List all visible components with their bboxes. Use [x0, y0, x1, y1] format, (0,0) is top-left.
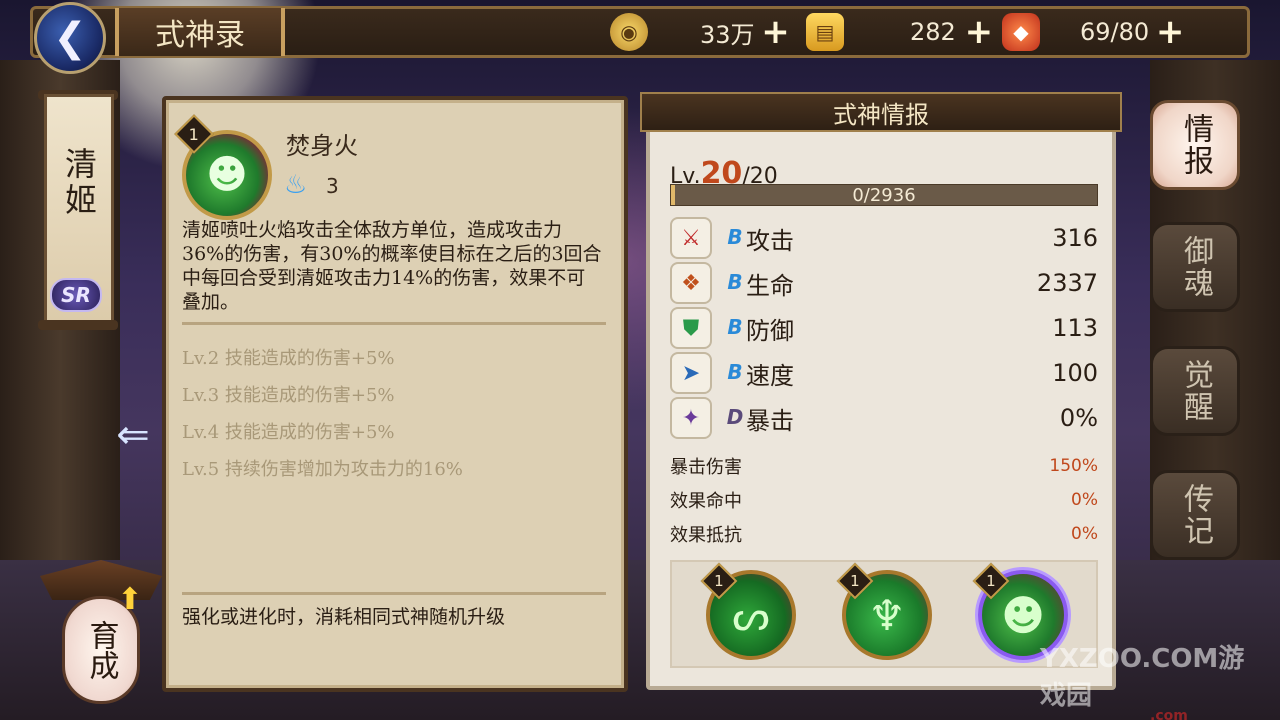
- flame-skill-icon: ♆: [868, 590, 906, 640]
- divider: [182, 592, 606, 595]
- stat-grade: B: [727, 360, 743, 384]
- burning-body-skill-icon: ☻: [1001, 590, 1045, 640]
- exp-text: 0/2936: [852, 185, 916, 206]
- speed-icon: ➤: [670, 352, 712, 394]
- sub-stat-value: 0%: [1071, 524, 1098, 544]
- grow-label: 育成: [83, 620, 119, 680]
- add-jade-button[interactable]: +: [964, 15, 994, 49]
- scroll-rod-bottom: [38, 320, 118, 330]
- stat-value: 0%: [1059, 404, 1098, 432]
- jade-amount: 282: [910, 18, 956, 46]
- sub-stat-value: 0%: [1071, 490, 1098, 510]
- crit-icon: ✦: [670, 397, 712, 439]
- exp-bar: 0/2936: [670, 184, 1098, 206]
- watermark-main: YXZOO.COM游戏园: [1040, 644, 1245, 711]
- sub-stat-crit-damage: 暴击伤害 150%: [670, 452, 1098, 480]
- stat-name: 防御: [746, 316, 794, 345]
- swirl-skill-icon: ᔕ: [732, 590, 770, 640]
- shikigami-name: 清姬: [60, 147, 98, 219]
- stat-name: 暴击: [746, 406, 794, 435]
- back-arrow-icon: ❮: [53, 15, 87, 61]
- stat-value: 100: [1052, 359, 1098, 387]
- coin-icon: ◉: [610, 13, 648, 51]
- stat-name: 生命: [746, 271, 794, 300]
- level-item: Lv.2 技能造成的伤害+5%: [182, 348, 395, 369]
- stat-name: 攻击: [746, 226, 794, 255]
- stat-row-crit: ✦ D 暴击 0%: [670, 397, 1098, 439]
- sub-stat-name: 效果抵抗: [670, 525, 742, 546]
- level-item: Lv.5 持续伤害增加为攻击力的16%: [182, 459, 463, 480]
- currency-jade: ▤ 282 +: [806, 10, 994, 54]
- coin-amount: 33万: [700, 20, 755, 49]
- stat-row-attack: ⚔ B 攻击 316: [670, 217, 1098, 259]
- add-coins-button[interactable]: +: [761, 15, 791, 49]
- skill-detail-panel: ☻ 1 焚身火 ♨ 3 清姬喷吐火焰攻击全体敌方单位，造成攻击力36%的伤害，有…: [162, 96, 628, 692]
- tab-soul[interactable]: 御魂: [1150, 222, 1240, 312]
- divider: [182, 322, 606, 325]
- skill-description: 清姬喷吐火焰攻击全体敌方单位，造成攻击力36%的伤害，有30%的概率使目标在之后…: [182, 219, 602, 313]
- level-item: Lv.3 技能造成的伤害+5%: [182, 385, 395, 406]
- tab-awaken[interactable]: 觉醒: [1150, 346, 1240, 436]
- upgrade-alert-icon: ⬆: [117, 582, 143, 617]
- skill-level-list: Lv.2 技能造成的伤害+5% Lv.3 技能造成的伤害+5% Lv.4 技能造…: [182, 340, 602, 488]
- defense-icon: ⛊: [670, 307, 712, 349]
- attack-icon: ⚔: [670, 217, 712, 259]
- tab-info[interactable]: 情报: [1150, 100, 1240, 190]
- stat-row-defense: ⛊ B 防御 113: [670, 307, 1098, 349]
- watermark: YXZOO.COM游戏园 .com: [1040, 638, 1270, 720]
- rarity-badge: SR: [50, 278, 102, 312]
- currency-coins: ◉ 33万 +: [610, 10, 791, 54]
- page-title: 式神录: [115, 8, 285, 56]
- info-panel-header: 式神情报: [640, 92, 1122, 132]
- currency-stamina: ◆ 69/80 +: [1002, 10, 1185, 54]
- sub-stat-effect-resist: 效果抵抗 0%: [670, 520, 1098, 548]
- skill-slot-bar: ᔕ 1 ♆ 1 ☻ 1: [670, 560, 1098, 668]
- stat-row-speed: ➤ B 速度 100: [670, 352, 1098, 394]
- stat-grade: B: [727, 225, 743, 249]
- sub-stat-value: 150%: [1049, 456, 1098, 476]
- stamina-amount: 69/80: [1080, 18, 1150, 46]
- stat-value: 316: [1052, 224, 1098, 252]
- health-icon: ❖: [670, 262, 712, 304]
- stat-name: 速度: [746, 361, 794, 390]
- sub-stat-name: 效果命中: [670, 491, 742, 512]
- back-button[interactable]: ❮: [34, 2, 106, 74]
- sub-stat-name: 暴击伤害: [670, 457, 742, 478]
- skill-name: 焚身火: [286, 132, 358, 160]
- stat-grade: B: [727, 270, 743, 294]
- stat-value: 113: [1052, 314, 1098, 342]
- sub-stat-effect-hit: 效果命中 0%: [670, 486, 1098, 514]
- ghost-fire-icon: ♨: [284, 170, 308, 200]
- evolve-note: 强化或进化时，消耗相同式神随机升级: [182, 606, 506, 628]
- add-stamina-button[interactable]: +: [1155, 15, 1185, 49]
- skill-cost: 3: [326, 174, 339, 198]
- level-item: Lv.4 技能造成的伤害+5%: [182, 422, 395, 443]
- previous-shikigami-arrow-icon[interactable]: ⇐: [104, 415, 162, 455]
- stat-grade: B: [727, 315, 743, 339]
- jade-icon: ▤: [806, 13, 844, 51]
- stat-row-health: ❖ B 生命 2337: [670, 262, 1098, 304]
- stamina-icon: ◆: [1002, 13, 1040, 51]
- watermark-sub: .com: [1150, 708, 1188, 720]
- shikigami-info-panel: Lv.20/20 0/2936 ⚔ B 攻击 316 ❖ B 生命 2337 ⛊…: [646, 110, 1116, 690]
- tab-biography[interactable]: 传记: [1150, 470, 1240, 560]
- stat-value: 2337: [1036, 269, 1098, 297]
- stat-grade: D: [726, 405, 744, 429]
